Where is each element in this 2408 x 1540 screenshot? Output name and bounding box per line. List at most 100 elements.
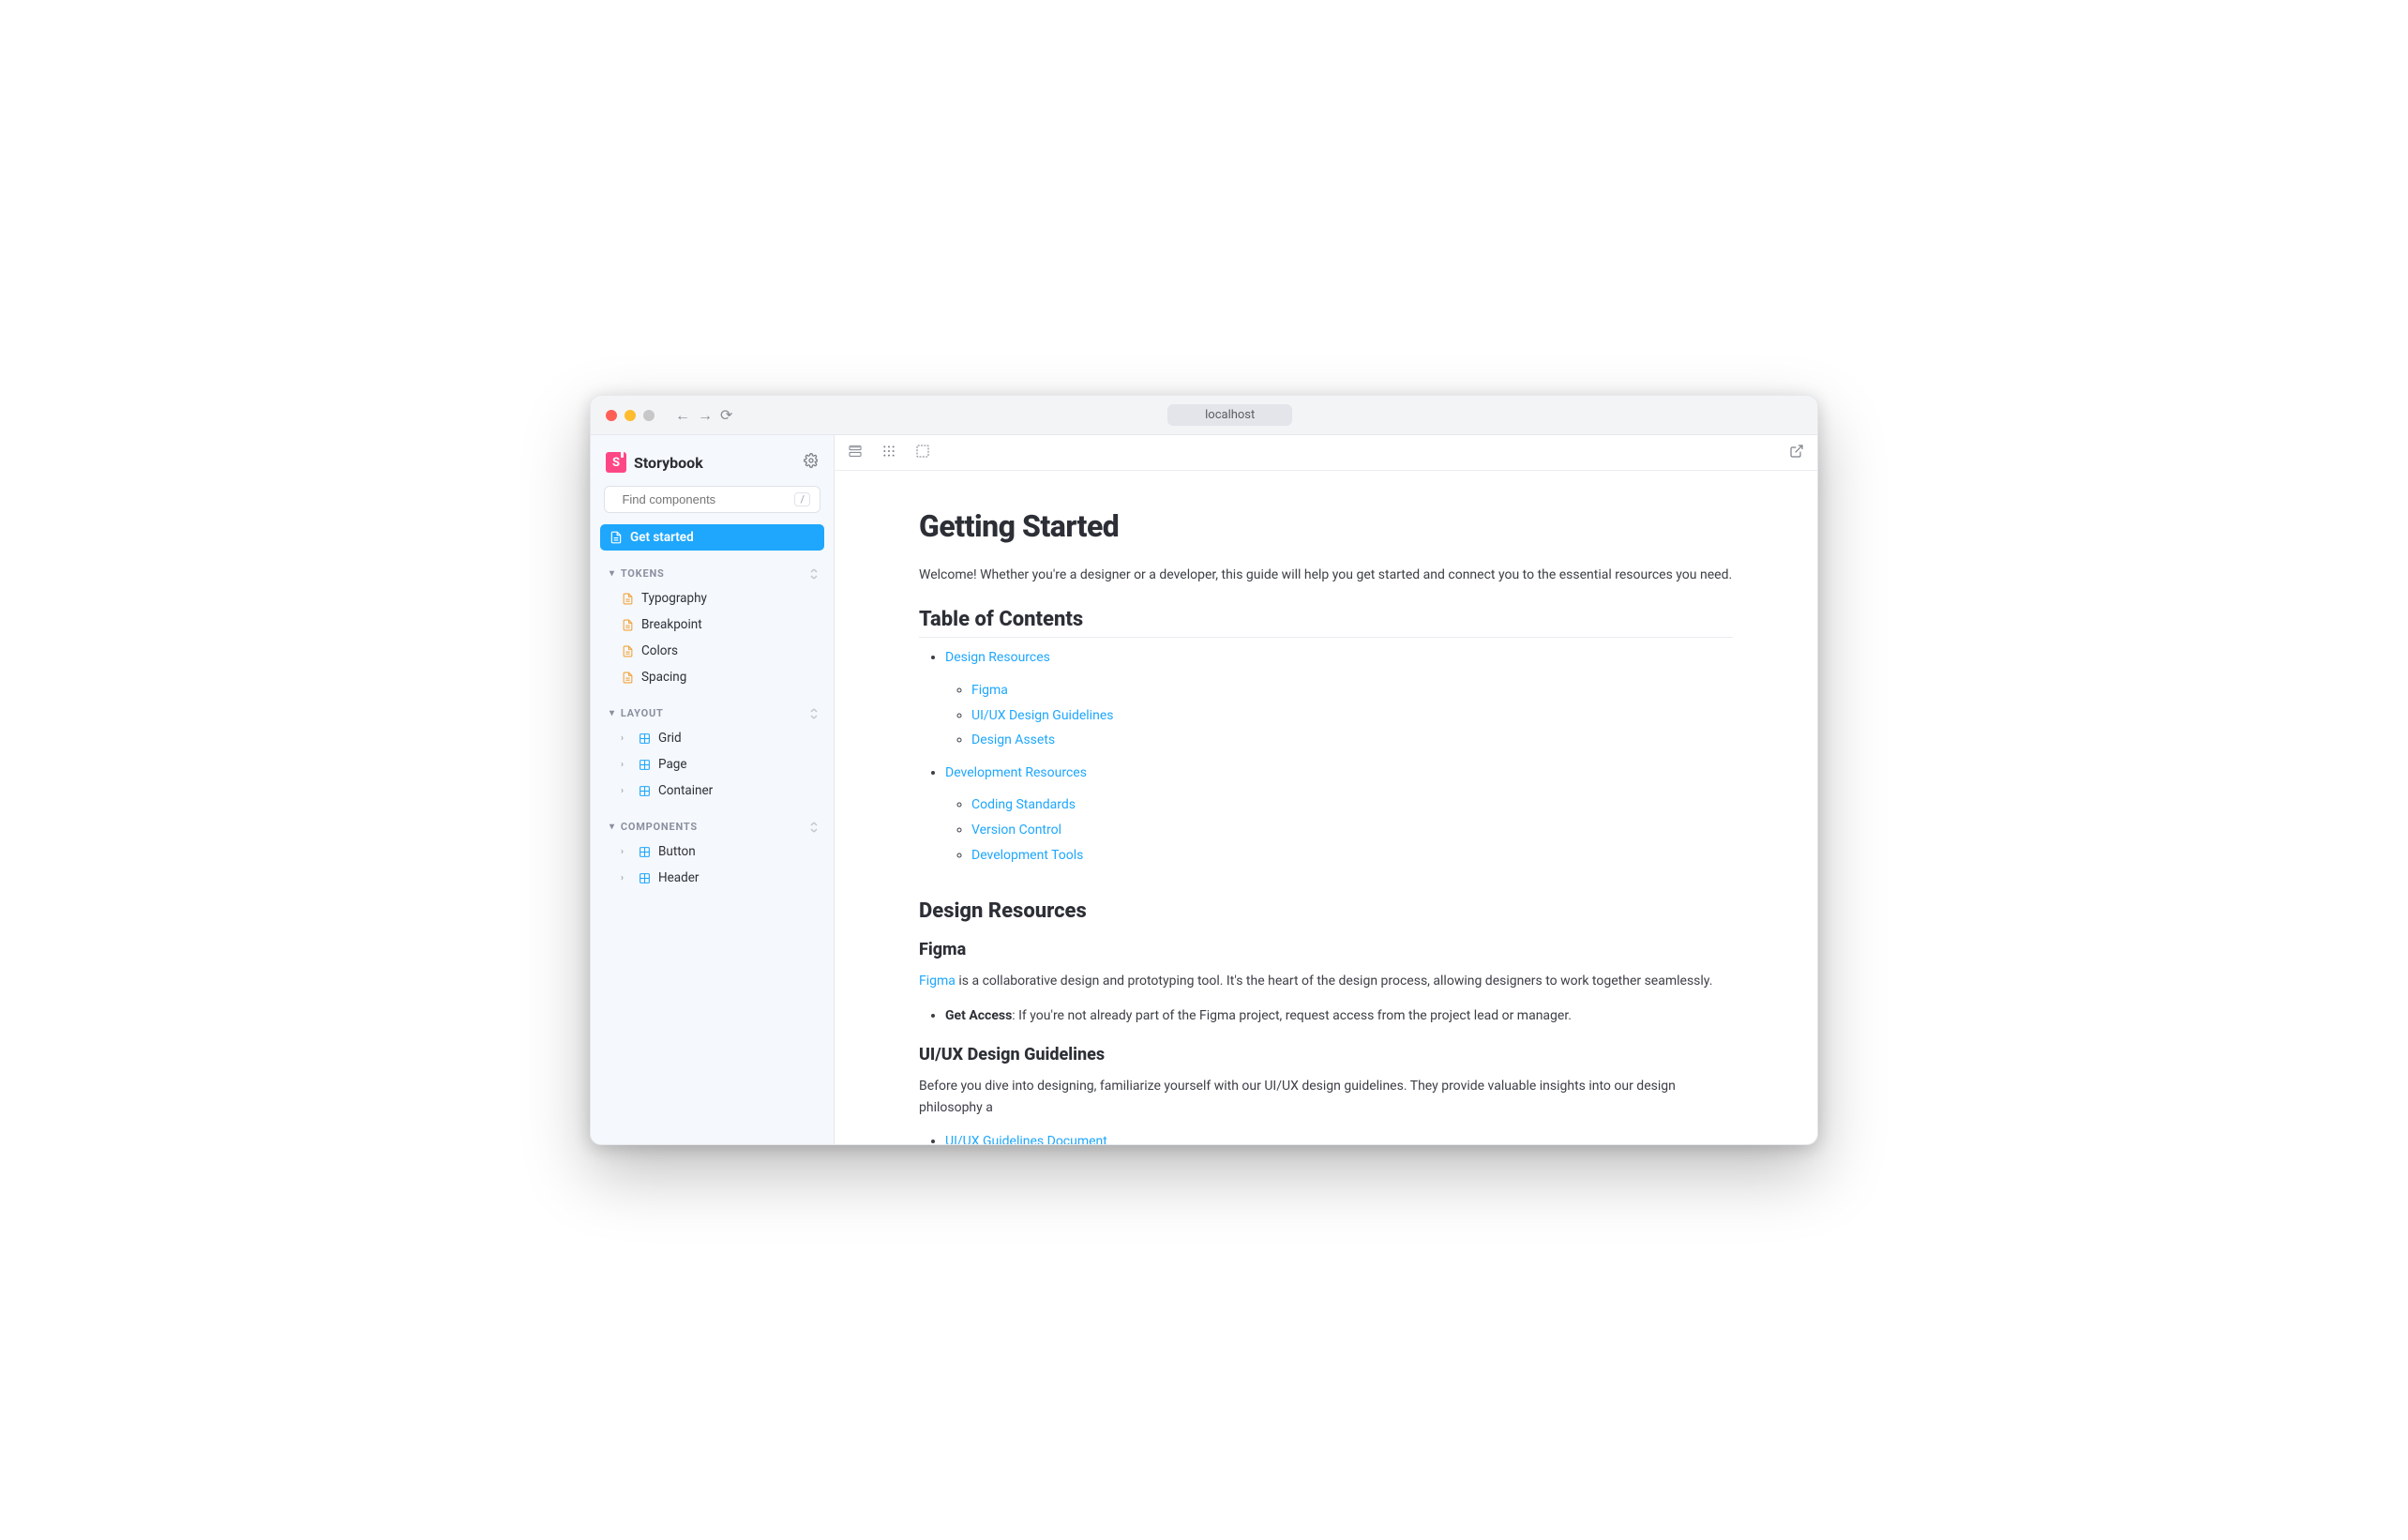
page-title: Getting Started <box>919 508 1733 544</box>
search-hotkey-badge: / <box>794 492 810 506</box>
window-minimize-icon[interactable] <box>625 410 636 421</box>
window-close-icon[interactable] <box>606 410 617 421</box>
section-title: COMPONENTS <box>621 821 698 833</box>
toc-link-dev-resources[interactable]: Development Resources <box>945 765 1087 780</box>
chevron-right-icon: › <box>621 847 630 857</box>
component-icon <box>638 845 651 858</box>
guidelines-doc-link[interactable]: UI/UX Guidelines Document <box>945 1134 1107 1144</box>
chevron-right-icon: › <box>621 873 630 883</box>
sidebar-item-breakpoint[interactable]: Breakpoint <box>600 611 824 638</box>
figma-paragraph: Figma is a collaborative design and prot… <box>919 971 1733 991</box>
ruler-button[interactable] <box>848 444 863 462</box>
window-zoom-icon[interactable] <box>643 410 655 421</box>
brand-text: Storybook <box>634 454 703 472</box>
chevron-down-icon: ▾ <box>610 568 615 579</box>
document-icon <box>621 592 634 605</box>
guidelines-text: Before you dive into designing, familiar… <box>919 1076 1733 1118</box>
figma-access-text: : If you're not already part of the Figm… <box>1012 1008 1572 1023</box>
back-button[interactable]: ← <box>675 406 690 425</box>
section-title: TOKENS <box>621 567 665 580</box>
sidebar-item-grid[interactable]: › Grid <box>600 725 824 751</box>
toc-link-coding[interactable]: Coding Standards <box>971 797 1076 812</box>
app: S Storybook / Get started <box>591 435 1817 1144</box>
toc-link-figma[interactable]: Figma <box>971 683 1008 698</box>
chevron-down-icon: ▾ <box>610 708 615 718</box>
component-icon <box>638 784 651 797</box>
document-icon <box>621 644 634 657</box>
section-head-tokens[interactable]: ▾ TOKENS <box>600 562 824 585</box>
section-head-components[interactable]: ▾ COMPONENTS <box>600 815 824 838</box>
sidebar-item-label: Button <box>658 844 696 859</box>
sidebar: S Storybook / Get started <box>591 435 835 1144</box>
sidebar-item-colors[interactable]: Colors <box>600 638 824 664</box>
document-icon <box>610 531 623 544</box>
sidebar-item-label: Container <box>658 783 713 798</box>
browser-window: ← → ⟳ localhost S Storybook / <box>590 395 1818 1145</box>
sidebar-item-button[interactable]: › Button <box>600 838 824 865</box>
chevron-right-icon: › <box>621 733 630 744</box>
forward-button[interactable]: → <box>698 406 713 425</box>
sidebar-item-label: Page <box>658 757 687 772</box>
search-input[interactable] <box>622 492 787 506</box>
sort-icon[interactable] <box>809 568 819 580</box>
grid-button[interactable] <box>881 444 896 462</box>
sidebar-item-label: Typography <box>641 591 707 606</box>
figma-access-label: Get Access <box>945 1008 1012 1023</box>
nav-arrows: ← → ⟳ <box>675 406 732 425</box>
sort-icon[interactable] <box>809 822 819 833</box>
sidebar-item-page[interactable]: › Page <box>600 751 824 778</box>
sidebar-item-label: Spacing <box>641 670 686 685</box>
toc-link-version[interactable]: Version Control <box>971 823 1061 838</box>
sidebar-item-spacing[interactable]: Spacing <box>600 664 824 690</box>
chevron-right-icon: › <box>621 760 630 770</box>
document-icon <box>621 618 634 631</box>
sidebar-item-label: Header <box>658 870 699 885</box>
open-external-button[interactable] <box>1789 445 1804 462</box>
sort-icon[interactable] <box>809 708 819 719</box>
toc-link-guidelines[interactable]: UI/UX Design Guidelines <box>971 708 1113 723</box>
address-bar[interactable]: localhost <box>1167 404 1292 426</box>
browser-chrome: ← → ⟳ localhost <box>591 396 1817 435</box>
settings-button[interactable] <box>804 453 819 472</box>
sidebar-item-label: Grid <box>658 731 682 746</box>
grid-icon <box>881 444 896 459</box>
traffic-lights <box>606 410 655 421</box>
figma-text: is a collaborative design and prototypin… <box>956 974 1712 989</box>
sidebar-item-label: Get started <box>630 530 694 545</box>
component-icon <box>638 758 651 771</box>
figma-link[interactable]: Figma <box>919 974 956 989</box>
component-icon <box>638 871 651 884</box>
outline-button[interactable] <box>915 444 930 462</box>
brand: S Storybook <box>600 452 824 475</box>
outline-icon <box>915 444 930 459</box>
toc-link-design-resources[interactable]: Design Resources <box>945 650 1050 665</box>
storybook-logo-icon: S <box>606 452 626 473</box>
main: Getting Started Welcome! Whether you're … <box>835 435 1817 1144</box>
sidebar-item-label: Colors <box>641 643 678 658</box>
section-title: LAYOUT <box>621 707 664 719</box>
search-field[interactable]: / <box>604 486 820 513</box>
toc-link-tools[interactable]: Development Tools <box>971 848 1083 863</box>
external-link-icon <box>1789 444 1804 459</box>
figma-access-item: Get Access: If you're not already part o… <box>945 1004 1733 1029</box>
sidebar-item-container[interactable]: › Container <box>600 778 824 804</box>
figma-heading: Figma <box>919 940 1733 959</box>
doc-content: Getting Started Welcome! Whether you're … <box>835 471 1817 1144</box>
intro-text: Welcome! Whether you're a designer or a … <box>919 565 1733 585</box>
sidebar-item-header[interactable]: › Header <box>600 865 824 891</box>
toc-list: Design Resources Figma UI/UX Design Guid… <box>945 645 1733 868</box>
design-heading: Design Resources <box>919 899 1733 923</box>
component-icon <box>638 732 651 745</box>
toc-link-assets[interactable]: Design Assets <box>971 732 1055 747</box>
toc-heading: Table of Contents <box>919 608 1733 638</box>
sidebar-item-typography[interactable]: Typography <box>600 585 824 611</box>
reload-button[interactable]: ⟳ <box>720 406 732 425</box>
sidebar-item-label: Breakpoint <box>641 617 702 632</box>
chevron-right-icon: › <box>621 786 630 796</box>
document-icon <box>621 671 634 684</box>
sidebar-item-get-started[interactable]: Get started <box>600 524 824 551</box>
chevron-down-icon: ▾ <box>610 822 615 832</box>
gear-icon <box>804 453 819 468</box>
section-head-layout[interactable]: ▾ LAYOUT <box>600 702 824 725</box>
ruler-icon <box>848 444 863 459</box>
